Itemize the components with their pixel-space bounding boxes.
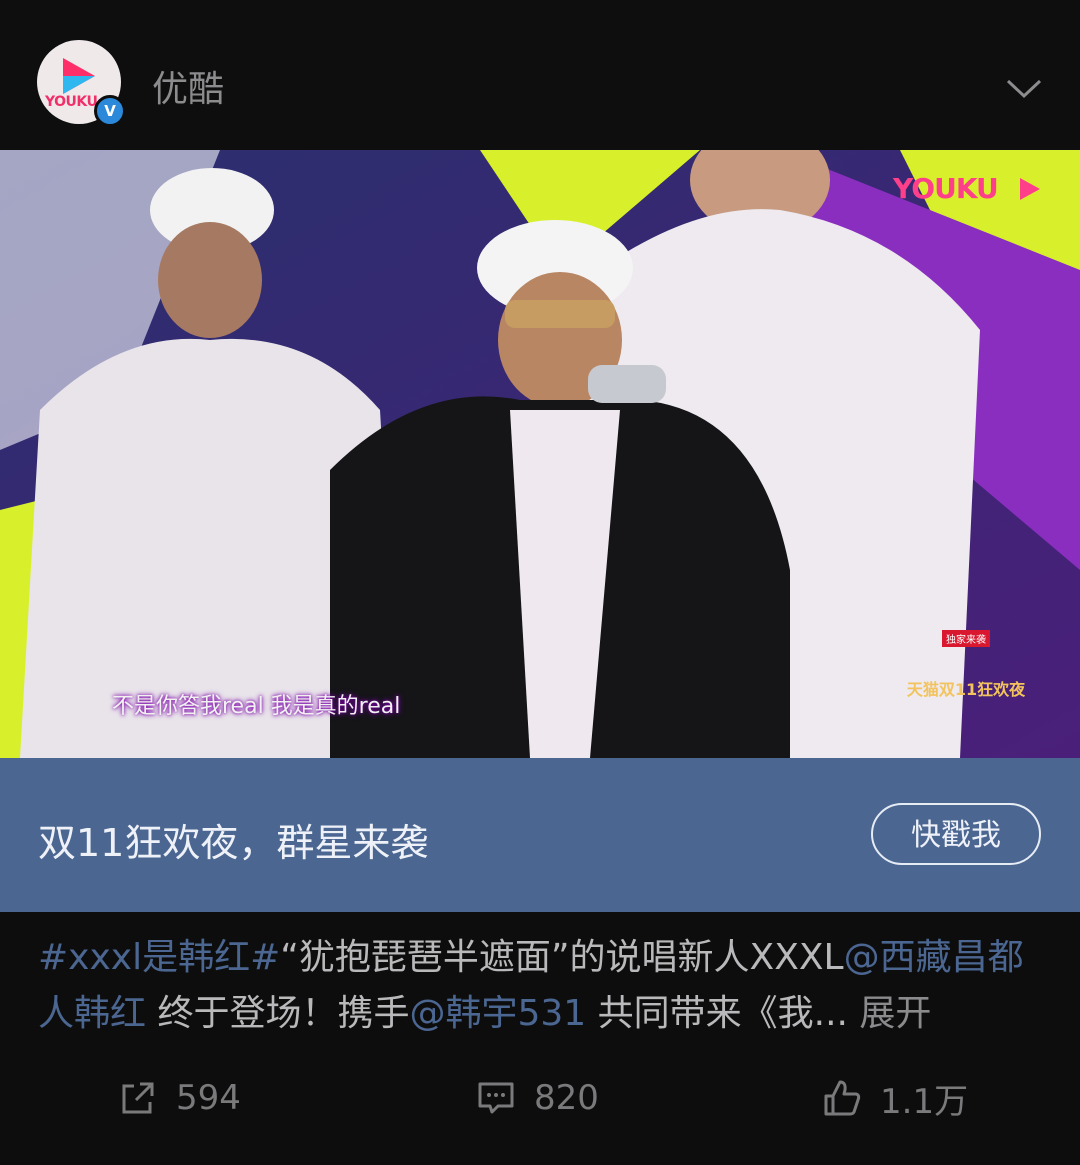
post-text-part-1: “犹抱琵琶半遮面”的说唱新人XXXL	[280, 937, 844, 978]
event-logo-name: 天猫双11狂欢夜	[906, 680, 1026, 699]
expand-link[interactable]: 展开	[848, 993, 931, 1034]
like-count: 1.1万	[880, 1081, 969, 1122]
post-text: #xxxl是韩红#“犹抱琵琶半遮面”的说唱新人XXXL@西藏昌都人韩红 终于登场…	[38, 930, 1048, 1042]
post-text-part-2: 终于登场！携手	[146, 993, 410, 1034]
post-text-part-3: 共同带来《我...	[586, 993, 848, 1034]
youku-logo-icon	[63, 58, 95, 94]
avatar-logo-text: YOUKU	[45, 94, 98, 110]
hashtag-link[interactable]: #xxxl是韩红#	[38, 937, 280, 978]
comment-count: 820	[534, 1078, 599, 1118]
youku-play-icon	[1020, 178, 1040, 200]
share-count: 594	[176, 1078, 241, 1118]
share-icon	[122, 1082, 154, 1114]
event-logo: 独家来袭 天猫双11狂欢夜	[906, 630, 1026, 720]
verified-badge: V	[94, 95, 126, 127]
chevron-down-icon[interactable]	[1006, 78, 1042, 100]
promo-title: 双11狂欢夜，群星来袭	[38, 821, 429, 865]
video-watermark: YOUKU	[893, 172, 999, 205]
video-subtitle: 不是你答我real 我是真的real	[112, 694, 401, 719]
comment-icon	[478, 1082, 514, 1114]
thumbs-up-icon	[824, 1080, 861, 1116]
share-button[interactable]: 594	[118, 1076, 241, 1120]
account-name[interactable]: 优酷	[152, 60, 224, 112]
event-logo-tag: 独家来袭	[942, 630, 990, 647]
mention-link-2[interactable]: @韩宇531	[409, 993, 586, 1034]
comment-button[interactable]: 820	[476, 1076, 599, 1120]
promo-button[interactable]: 快戳我	[871, 803, 1041, 865]
like-button[interactable]: 1.1万	[822, 1076, 969, 1122]
